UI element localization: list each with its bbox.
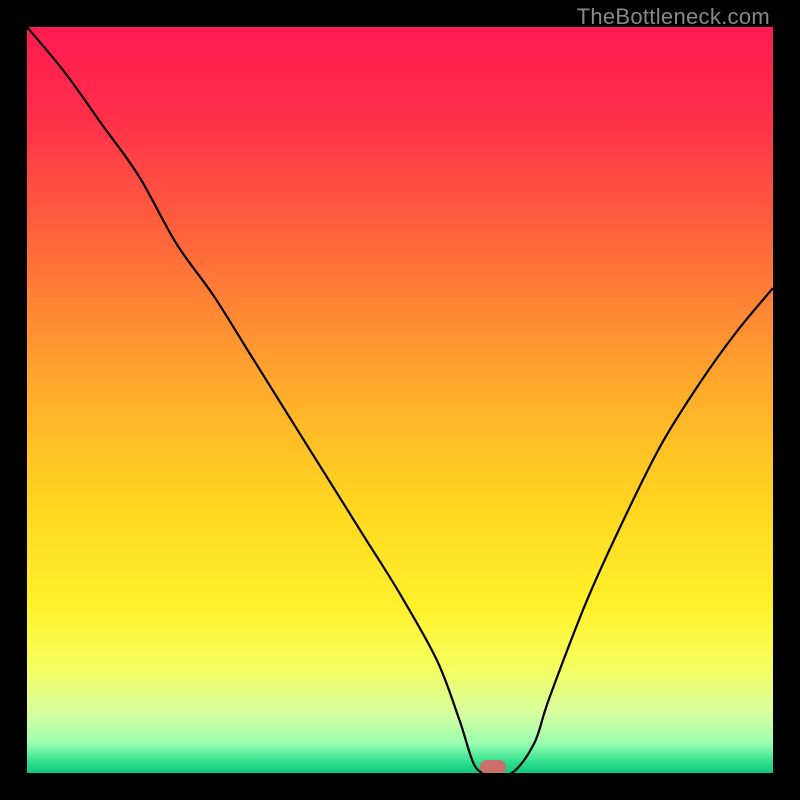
chart-container: TheBottleneck.com xyxy=(0,0,800,800)
optimum-marker xyxy=(480,760,506,773)
bottleneck-curve xyxy=(27,27,773,773)
plot-area xyxy=(27,27,773,773)
